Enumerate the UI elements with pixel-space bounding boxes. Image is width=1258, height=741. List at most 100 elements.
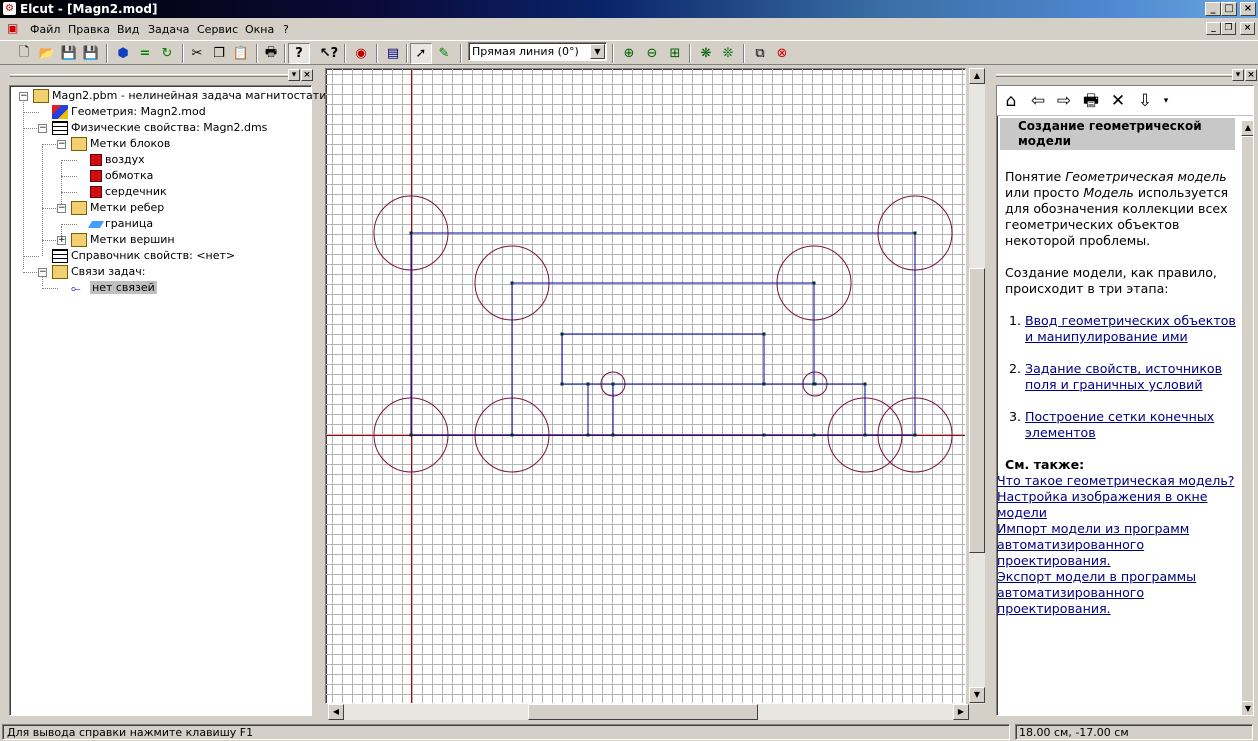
help-link[interactable]: Настройка изображения в окне модели bbox=[997, 489, 1237, 521]
vertex[interactable] bbox=[762, 382, 766, 386]
help-icon[interactable]: ? bbox=[288, 43, 310, 64]
window-icon[interactable]: ▤ bbox=[382, 43, 404, 64]
vertex[interactable] bbox=[560, 332, 564, 336]
cut-icon[interactable]: ✂ bbox=[186, 43, 208, 64]
vertical-scrollbar[interactable]: ▲ ▼ bbox=[969, 68, 985, 704]
tree-item-links[interactable]: Связи задач: bbox=[52, 264, 145, 280]
home-icon[interactable]: ⌂ bbox=[1000, 90, 1022, 112]
open-icon[interactable]: 📂 bbox=[36, 43, 58, 64]
equals-icon[interactable]: = bbox=[134, 43, 156, 64]
pane-dock-icon[interactable]: ▾ bbox=[1232, 69, 1244, 81]
back-icon[interactable]: ⇦ bbox=[1027, 90, 1049, 112]
zoom-in-icon[interactable]: ⊕ bbox=[618, 43, 640, 64]
save-icon[interactable]: 💾 bbox=[58, 43, 80, 64]
vertex[interactable] bbox=[409, 231, 413, 235]
remove-mesh-icon[interactable]: ❊ bbox=[717, 43, 739, 64]
maximize-button[interactable]: □ bbox=[1221, 2, 1237, 16]
vertex[interactable] bbox=[510, 281, 514, 285]
print-icon[interactable]: 🖶 bbox=[260, 43, 282, 64]
scroll-up-icon[interactable]: ▲ bbox=[969, 68, 985, 84]
tree-item-library[interactable]: Справочник свойств: <нет> bbox=[52, 248, 235, 264]
zoom-fit-icon[interactable]: ⊞ bbox=[664, 43, 686, 64]
vertex[interactable] bbox=[586, 382, 590, 386]
vertex[interactable] bbox=[813, 382, 817, 386]
vertex[interactable] bbox=[812, 433, 816, 437]
expand-toggle[interactable]: − bbox=[38, 124, 47, 133]
scroll-thumb[interactable] bbox=[528, 704, 758, 720]
minimize-button[interactable]: _ bbox=[1205, 2, 1221, 16]
help-link[interactable]: Импорт модели из программ автоматизирова… bbox=[997, 521, 1237, 569]
insert-mode-icon[interactable]: ✎ bbox=[433, 43, 455, 64]
menu-windows[interactable]: Окна bbox=[245, 22, 274, 37]
save-all-icon[interactable]: 💾 bbox=[80, 43, 102, 64]
tree-item-block-labels[interactable]: Метки блоков bbox=[71, 136, 170, 152]
vertex[interactable] bbox=[762, 433, 766, 437]
expand-toggle[interactable]: + bbox=[57, 236, 66, 245]
arrow-down-icon[interactable]: ⇩ bbox=[1134, 90, 1156, 112]
help-scrollbar[interactable]: ▲ ▼ bbox=[1241, 120, 1253, 715]
expand-toggle[interactable]: − bbox=[57, 204, 66, 213]
chevron-down-icon[interactable]: ▼ bbox=[590, 44, 605, 59]
stop-icon[interactable]: ⊗ bbox=[771, 43, 793, 64]
menu-help[interactable]: ? bbox=[283, 22, 289, 37]
menu-task[interactable]: Задача bbox=[148, 22, 189, 37]
scroll-up-icon[interactable]: ▲ bbox=[1241, 120, 1253, 136]
vertex[interactable] bbox=[586, 433, 590, 437]
pane-dock-icon[interactable]: ▾ bbox=[288, 69, 300, 81]
child-restore-button[interactable]: ❐ bbox=[1221, 22, 1236, 35]
tree-item-block[interactable]: воздух bbox=[90, 152, 145, 168]
menu-file[interactable]: Файл bbox=[30, 22, 60, 37]
child-minimize-button[interactable]: _ bbox=[1206, 22, 1221, 35]
context-help-icon[interactable]: ↖? bbox=[318, 43, 340, 64]
record-icon[interactable]: ◉ bbox=[350, 43, 372, 64]
forward-icon[interactable]: ⇨ bbox=[1053, 90, 1075, 112]
pane-close-icon[interactable]: × bbox=[1245, 69, 1257, 81]
horizontal-scrollbar[interactable]: ◀ ▶ bbox=[328, 704, 969, 720]
app-icon[interactable]: ⚙ bbox=[3, 2, 16, 15]
solve-icon[interactable]: ↻ bbox=[156, 43, 178, 64]
pane-close-icon[interactable]: × bbox=[301, 69, 313, 81]
expand-toggle[interactable]: − bbox=[57, 140, 66, 149]
help-link[interactable]: Что такое геометрическая модель? bbox=[997, 473, 1237, 489]
vertex[interactable] bbox=[913, 433, 917, 437]
vertex[interactable] bbox=[863, 433, 867, 437]
vertex[interactable] bbox=[611, 433, 615, 437]
new-icon[interactable]: 🗋 bbox=[13, 43, 35, 64]
vertex[interactable] bbox=[913, 231, 917, 235]
scroll-left-icon[interactable]: ◀ bbox=[328, 704, 344, 720]
vertex[interactable] bbox=[409, 433, 413, 437]
help-link[interactable]: Ввод геометрических объектов и манипулир… bbox=[1025, 313, 1237, 345]
geometry-drawing[interactable] bbox=[326, 69, 966, 704]
child-close-button[interactable]: × bbox=[1240, 22, 1255, 35]
zoom-out-icon[interactable]: ⊖ bbox=[641, 43, 663, 64]
scroll-thumb[interactable] bbox=[1241, 136, 1253, 706]
expand-toggle[interactable]: − bbox=[38, 268, 47, 277]
tree-item-no-links[interactable]: ⟜ нет связей bbox=[71, 280, 157, 296]
copy-icon[interactable]: ❐ bbox=[208, 43, 230, 64]
vertex[interactable] bbox=[812, 281, 816, 285]
scroll-down-icon[interactable]: ▼ bbox=[1241, 701, 1253, 715]
vertex[interactable] bbox=[510, 433, 514, 437]
paste-icon[interactable]: 📋 bbox=[230, 43, 252, 64]
tree-item-edge-labels[interactable]: Метки ребер bbox=[71, 200, 164, 216]
model-canvas[interactable] bbox=[325, 68, 966, 704]
scroll-thumb[interactable] bbox=[969, 268, 985, 553]
tree-item-block[interactable]: обмотка bbox=[90, 168, 153, 184]
scroll-down-icon[interactable]: ▼ bbox=[969, 687, 985, 703]
tree-item-vertex-labels[interactable]: Метки вершин bbox=[71, 232, 175, 248]
geometry-icon[interactable]: ⬢ bbox=[112, 43, 134, 64]
tree-item-geometry[interactable]: Геометрия: Magn2.mod bbox=[52, 104, 206, 120]
menu-view[interactable]: Вид bbox=[117, 22, 139, 37]
vertex[interactable] bbox=[863, 382, 867, 386]
print-icon[interactable]: 🖶 bbox=[1080, 90, 1102, 112]
menu-service[interactable]: Сервис bbox=[197, 22, 238, 37]
copy-window-icon[interactable]: ⧉ bbox=[749, 43, 771, 64]
close-icon[interactable]: ✕ bbox=[1107, 90, 1129, 112]
tree-item-root[interactable]: Magn2.pbm - нелинейная задача магнитоста… bbox=[33, 88, 340, 104]
help-link[interactable]: Построение сетки конечных элементов bbox=[1025, 409, 1237, 441]
vertex[interactable] bbox=[762, 332, 766, 336]
chevron-down-icon[interactable]: ▾ bbox=[1155, 90, 1177, 112]
help-link[interactable]: Экспорт модели в программы автоматизиров… bbox=[997, 569, 1237, 617]
scroll-right-icon[interactable]: ▶ bbox=[953, 704, 969, 720]
help-link[interactable]: Задание свойств, источников поля и грани… bbox=[1025, 361, 1237, 393]
